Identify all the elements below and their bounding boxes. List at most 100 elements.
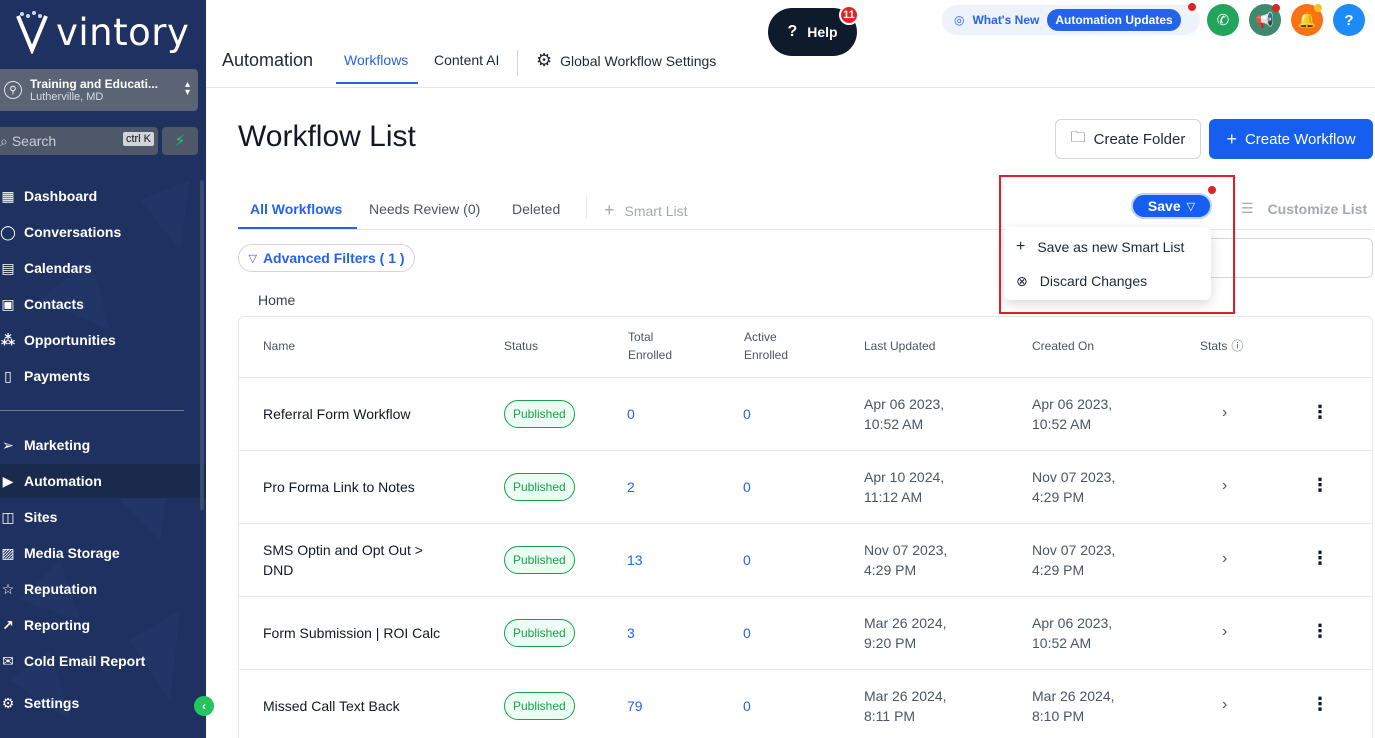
workflow-name[interactable]: Referral Form Workflow <box>263 404 411 424</box>
chart-icon: ↗ <box>2 616 14 633</box>
subtab-all-workflows[interactable]: All Workflows <box>250 201 342 217</box>
active-enrolled[interactable]: 0 <box>743 550 751 570</box>
subtab-deleted[interactable]: Deleted <box>512 201 560 217</box>
chevron-right-icon[interactable]: › <box>1222 623 1227 641</box>
search-icon: ⌕ <box>0 132 8 149</box>
sidebar-item-settings[interactable]: ⚙ Settings <box>0 686 206 720</box>
collapse-sidebar-button[interactable]: ‹ <box>194 696 214 716</box>
sidebar-item-label: Conversations <box>24 224 122 240</box>
active-enrolled[interactable]: 0 <box>743 404 751 424</box>
sidebar-item-conversations[interactable]: ◯ Conversations <box>0 215 206 249</box>
user-location-icon: ⚲ <box>4 81 22 99</box>
whats-new-icon: ◎ <box>954 13 965 27</box>
tab-workflows[interactable]: Workflows <box>344 52 408 68</box>
workflow-name[interactable]: SMS Optin and Opt Out > DND <box>263 540 423 580</box>
folder-icon: 🗀 <box>1070 128 1086 146</box>
total-enrolled[interactable]: 79 <box>627 696 643 716</box>
help-count-badge: 11 <box>839 5 859 25</box>
sidebar-item-reputation[interactable]: ☆ Reputation <box>0 572 206 606</box>
total-enrolled[interactable]: 3 <box>627 623 635 643</box>
col-header-status[interactable]: Status <box>504 337 538 355</box>
chevron-right-icon[interactable]: › <box>1222 477 1227 495</box>
customize-list-button[interactable]: ☰ Customize List <box>1241 200 1367 217</box>
sidebar-item-payments[interactable]: ▯ Payments <box>0 359 206 393</box>
total-enrolled[interactable]: 2 <box>627 477 635 497</box>
more-options-icon[interactable]: ⋮ <box>1311 694 1329 715</box>
more-options-icon[interactable]: ⋮ <box>1311 475 1329 496</box>
sidebar-item-contacts[interactable]: ▣ Contacts <box>0 287 206 321</box>
col-header-name[interactable]: Name <box>263 337 295 355</box>
sidebar-item-calendars[interactable]: ▤ Calendars <box>0 251 206 285</box>
sidebar-item-label: Contacts <box>24 296 84 312</box>
sidebar-item-cold-email-report[interactable]: ✉ Cold Email Report <box>0 644 206 678</box>
create-workflow-button[interactable]: + Create Workflow <box>1209 119 1373 159</box>
created-on: Mar 26 2024, 8:10 PM <box>1032 688 1115 724</box>
col-header-active-enrolled[interactable]: Active Enrolled <box>744 328 804 364</box>
subtab-needs-review[interactable]: Needs Review (0) <box>369 201 480 217</box>
sidebar-item-label: Calendars <box>24 260 92 276</box>
total-enrolled[interactable]: 13 <box>627 550 643 570</box>
logo-mark-icon <box>16 11 48 54</box>
sidebar-item-dashboard[interactable]: ▦ Dashboard <box>0 179 206 213</box>
tab-global-workflow-settings[interactable]: ⚙ Global Workflow Settings <box>536 50 716 71</box>
chevron-right-icon[interactable]: › <box>1222 696 1227 714</box>
total-enrolled[interactable]: 0 <box>627 404 635 424</box>
chevron-right-icon[interactable]: › <box>1222 404 1227 422</box>
status-badge: Published <box>504 692 575 720</box>
created-on: Nov 07 2023, 4:29 PM <box>1032 542 1116 578</box>
phone-icon[interactable]: ✆ <box>1207 4 1239 36</box>
create-folder-label: Create Folder <box>1093 130 1186 148</box>
play-icon: ▶ <box>2 472 14 489</box>
sidebar-item-automation[interactable]: ▶ Automation <box>0 464 206 498</box>
chevron-right-icon[interactable]: › <box>1222 550 1227 568</box>
account-switcher[interactable]: ⚲ Training and Educati... Lutherville, M… <box>0 69 198 111</box>
workflow-name[interactable]: Missed Call Text Back <box>263 696 400 716</box>
table-row[interactable]: Referral Form Workflow Published 0 0 Apr… <box>239 377 1372 450</box>
advanced-filters-button[interactable]: ▽ Advanced Filters ( 1 ) <box>238 244 415 272</box>
more-options-icon[interactable]: ⋮ <box>1311 402 1329 423</box>
sidebar-item-label: Payments <box>24 368 91 384</box>
workflow-name[interactable]: Pro Forma Link to Notes <box>263 477 415 497</box>
quick-action-bolt-icon[interactable]: ⚡ <box>162 127 198 155</box>
add-smart-list-button[interactable]: + Smart List <box>604 200 688 221</box>
send-icon: ➢ <box>2 436 14 453</box>
active-enrolled[interactable]: 0 <box>743 623 751 643</box>
col-header-total-enrolled[interactable]: Total Enrolled <box>628 328 688 364</box>
tab-separator <box>517 50 518 76</box>
sidebar-search[interactable]: ⌕ Search ctrl K <box>0 127 158 155</box>
created-on: Apr 06 2023, 10:52 AM <box>1032 396 1113 432</box>
last-updated: Mar 26 2024, 8:11 PM <box>864 688 947 724</box>
automation-updates-pill[interactable]: Automation Updates <box>1047 9 1181 31</box>
created-on: Nov 07 2023, 4:29 PM <box>1032 469 1116 505</box>
tab-content-ai[interactable]: Content AI <box>434 52 499 68</box>
col-header-stats[interactable]: Stats ⓘ <box>1200 337 1243 355</box>
table-row[interactable]: SMS Optin and Opt Out > DND Published 13 … <box>239 523 1372 596</box>
active-enrolled[interactable]: 0 <box>743 696 751 716</box>
col-header-created-on[interactable]: Created On <box>1032 337 1094 355</box>
sidebar: vintory ⚲ Training and Educati... Luther… <box>0 0 206 738</box>
sidebar-item-label: Reporting <box>24 617 91 633</box>
sidebar-scrollbar[interactable] <box>200 180 204 510</box>
status-badge: Published <box>504 546 575 574</box>
sidebar-item-media-storage[interactable]: ▨ Media Storage <box>0 536 206 570</box>
dashboard-icon: ▦ <box>1 187 15 204</box>
sidebar-item-reporting[interactable]: ↗ Reporting <box>0 608 206 642</box>
help-circle-icon[interactable]: ? <box>1333 4 1365 36</box>
more-options-icon[interactable]: ⋮ <box>1311 621 1329 642</box>
table-row[interactable]: Missed Call Text Back Published 79 0 Mar… <box>239 669 1372 738</box>
whats-new-banner[interactable]: ◎ What's New Automation Updates <box>942 5 1200 35</box>
sidebar-item-opportunities[interactable]: ⁂ Opportunities <box>0 323 206 357</box>
create-workflow-label: Create Workflow <box>1244 130 1356 148</box>
workflow-name[interactable]: Form Submission | ROI Calc <box>263 623 440 643</box>
table-row[interactable]: Form Submission | ROI Calc Published 3 0… <box>239 596 1372 669</box>
col-header-last-updated[interactable]: Last Updated <box>864 337 935 355</box>
more-options-icon[interactable]: ⋮ <box>1311 548 1329 569</box>
sidebar-item-marketing[interactable]: ➢ Marketing <box>0 428 206 462</box>
notification-dot <box>1188 3 1196 11</box>
vintory-logo[interactable]: vintory <box>14 10 189 54</box>
active-enrolled[interactable]: 0 <box>743 477 751 497</box>
breadcrumb[interactable]: Home <box>258 292 295 308</box>
sidebar-item-sites[interactable]: ◫ Sites <box>0 500 206 534</box>
table-row[interactable]: Pro Forma Link to Notes Published 2 0 Ap… <box>239 450 1372 523</box>
create-folder-button[interactable]: 🗀 Create Folder <box>1055 119 1201 159</box>
